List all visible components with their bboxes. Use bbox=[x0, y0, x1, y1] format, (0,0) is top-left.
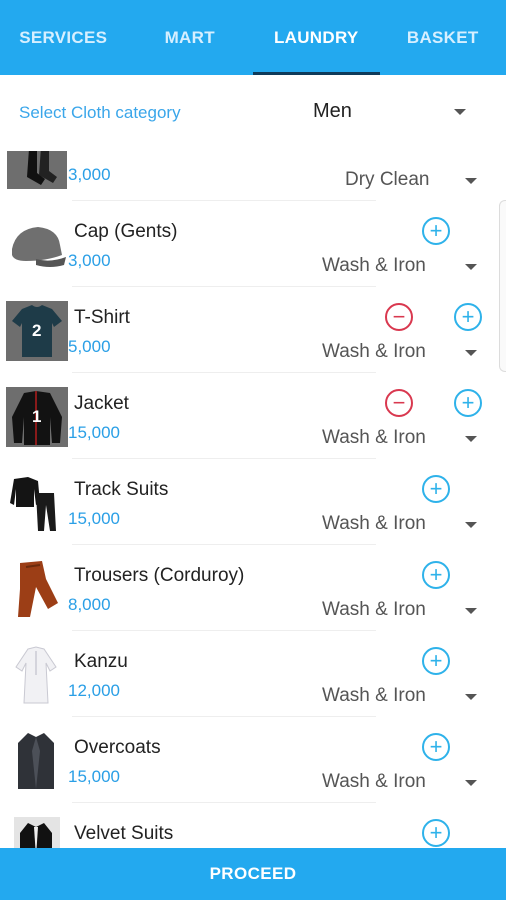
list-item: Kanzu 12,000 + Wash & Iron bbox=[0, 631, 506, 717]
item-price: 15,000 bbox=[68, 509, 120, 528]
overcoat-icon bbox=[6, 731, 68, 791]
tshirt-icon: 2 bbox=[6, 301, 68, 361]
item-name: Track Suits bbox=[74, 479, 169, 500]
service-value: Wash & Iron bbox=[322, 599, 426, 620]
list-item: 1 Jacket 15,000 − + Wash & Iron bbox=[0, 373, 506, 459]
item-name: Overcoats bbox=[74, 737, 161, 758]
item-name: Cap (Gents) bbox=[74, 221, 178, 242]
remove-item-button[interactable]: − bbox=[385, 389, 413, 417]
list-item: Cap (Gents) 3,000 + Wash & Iron bbox=[0, 201, 506, 287]
service-value: Wash & Iron bbox=[322, 255, 426, 276]
add-item-button[interactable]: + bbox=[422, 561, 450, 589]
suit-icon bbox=[6, 817, 68, 848]
scroll-edge-indicator bbox=[499, 200, 506, 372]
list-item: 2 T-Shirt 5,000 − + Wash & Iron bbox=[0, 287, 506, 373]
add-item-button[interactable]: + bbox=[422, 647, 450, 675]
list-item: Track Suits 15,000 + Wash & Iron bbox=[0, 459, 506, 545]
item-name: Velvet Suits bbox=[74, 823, 174, 844]
item-price: 15,000 bbox=[68, 767, 120, 786]
socks-icon: 3 bbox=[6, 151, 68, 189]
chevron-down-icon bbox=[465, 178, 477, 184]
item-count: 3 bbox=[30, 151, 39, 155]
tab-services[interactable]: SERVICES bbox=[0, 0, 127, 75]
remove-item-button[interactable]: − bbox=[385, 303, 413, 331]
laundry-item-list[interactable]: 3 3,000 Dry Clean Cap (Gents) 3,000 + Wa… bbox=[0, 151, 506, 848]
service-value: Wash & Iron bbox=[322, 685, 426, 706]
trousers-icon bbox=[6, 559, 68, 619]
proceed-button[interactable]: PROCEED bbox=[0, 848, 506, 900]
item-price: 3,000 bbox=[68, 251, 111, 270]
category-select[interactable]: Men bbox=[300, 89, 480, 137]
tab-basket[interactable]: BASKET bbox=[380, 0, 506, 75]
add-item-button[interactable]: + bbox=[422, 475, 450, 503]
item-price: 12,000 bbox=[68, 681, 120, 700]
item-name: T-Shirt bbox=[74, 307, 130, 328]
list-item: Overcoats 15,000 + Wash & Iron bbox=[0, 717, 506, 803]
item-price: 8,000 bbox=[68, 595, 111, 614]
list-item: Trousers (Corduroy) 8,000 + Wash & Iron bbox=[0, 545, 506, 631]
service-value: Wash & Iron bbox=[322, 771, 426, 792]
add-item-button[interactable]: + bbox=[454, 303, 482, 331]
category-select-value: Men bbox=[313, 100, 352, 122]
item-price: 15,000 bbox=[68, 423, 120, 442]
add-item-button[interactable]: + bbox=[422, 819, 450, 847]
item-count: 2 bbox=[32, 321, 42, 340]
jacket-icon: 1 bbox=[6, 387, 68, 447]
kanzu-icon bbox=[6, 645, 68, 705]
service-value: Wash & Iron bbox=[322, 341, 426, 362]
category-filter: Select Cloth category Men bbox=[0, 75, 506, 151]
tab-laundry[interactable]: LAUNDRY bbox=[253, 0, 380, 75]
chevron-down-icon bbox=[465, 608, 477, 614]
tab-mart[interactable]: MART bbox=[127, 0, 254, 75]
chevron-down-icon bbox=[465, 522, 477, 528]
service-value: Dry Clean bbox=[345, 169, 430, 190]
list-item: 3 3,000 Dry Clean bbox=[0, 151, 506, 201]
chevron-down-icon bbox=[465, 694, 477, 700]
category-filter-label: Select Cloth category bbox=[19, 103, 181, 122]
chevron-down-icon bbox=[465, 436, 477, 442]
item-price: 5,000 bbox=[68, 337, 111, 356]
item-name: Kanzu bbox=[74, 651, 128, 672]
add-item-button[interactable]: + bbox=[422, 733, 450, 761]
chevron-down-icon bbox=[454, 109, 466, 115]
chevron-down-icon bbox=[465, 264, 477, 270]
item-name: Trousers (Corduroy) bbox=[74, 565, 245, 586]
service-value: Wash & Iron bbox=[322, 427, 426, 448]
cap-icon bbox=[6, 215, 68, 275]
chevron-down-icon bbox=[465, 350, 477, 356]
tracksuit-icon bbox=[6, 473, 68, 533]
add-item-button[interactable]: + bbox=[422, 217, 450, 245]
top-tab-bar: SERVICES MART LAUNDRY BASKET bbox=[0, 0, 506, 75]
list-item: Velvet Suits + bbox=[0, 803, 506, 848]
add-item-button[interactable]: + bbox=[454, 389, 482, 417]
chevron-down-icon bbox=[465, 780, 477, 786]
service-value: Wash & Iron bbox=[322, 513, 426, 534]
item-count: 1 bbox=[32, 407, 42, 426]
item-name: Jacket bbox=[74, 393, 129, 414]
item-price: 3,000 bbox=[68, 165, 111, 184]
